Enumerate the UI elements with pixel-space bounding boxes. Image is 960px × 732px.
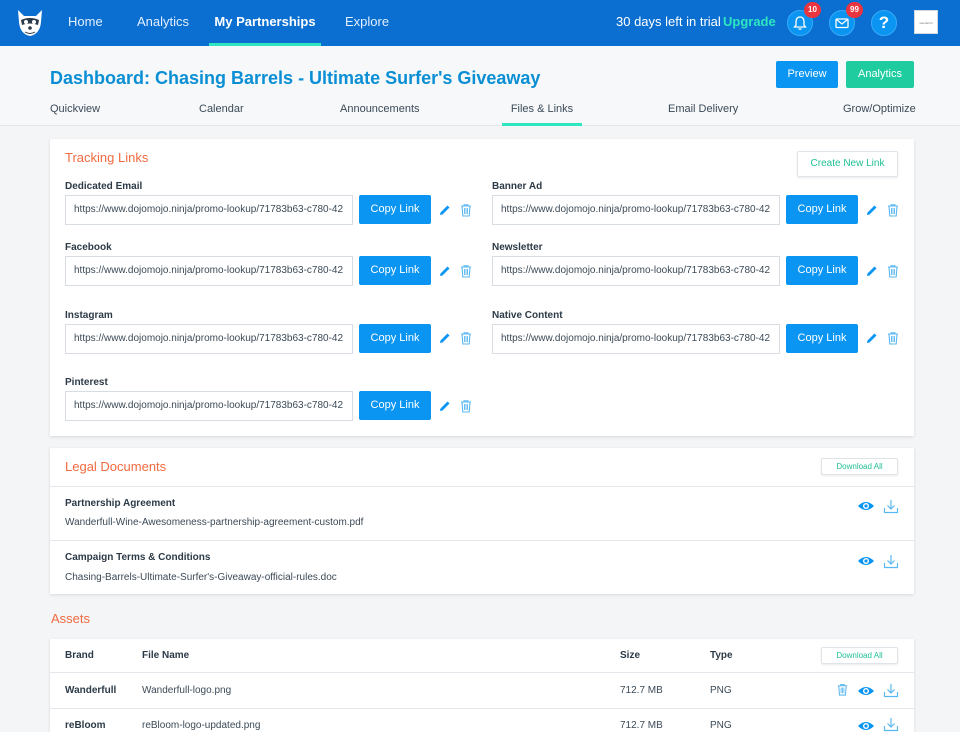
top-nav: Home Analytics My Partnerships Explore 3… <box>0 0 960 46</box>
tab-quickview[interactable]: Quickview <box>50 103 100 126</box>
column-header-file-name: File Name <box>142 650 190 661</box>
asset-type: PNG <box>710 720 732 731</box>
link-label-instagram: Instagram <box>65 310 113 321</box>
trash-icon[interactable] <box>836 683 849 696</box>
create-new-link-button[interactable]: Create New Link <box>797 151 898 177</box>
pencil-icon[interactable] <box>865 264 879 278</box>
asset-size: 712.7 MB <box>620 720 663 731</box>
preview-button[interactable]: Preview <box>776 61 838 88</box>
doc-file-partnership-agreement[interactable]: Wanderfull-Wine-Awesomeness-partnership-… <box>65 517 363 528</box>
divider <box>50 708 914 709</box>
trash-icon[interactable] <box>459 331 473 345</box>
copy-link-button[interactable]: Copy Link <box>359 324 431 353</box>
bell-icon <box>793 16 807 30</box>
legal-documents-title: Legal Documents <box>65 459 167 474</box>
copy-link-button[interactable]: Copy Link <box>359 256 431 285</box>
account-logo[interactable]: wanderful <box>914 10 938 34</box>
download-all-button[interactable]: Download All <box>821 458 898 475</box>
eye-icon[interactable] <box>857 555 875 567</box>
link-url-instagram[interactable]: https://www.dojomojo.ninja/promo-lookup/… <box>65 324 353 354</box>
pencil-icon[interactable] <box>865 203 879 217</box>
messages-badge: 99 <box>846 2 863 18</box>
nav-my-partnerships[interactable]: My Partnerships <box>209 0 321 46</box>
pencil-icon[interactable] <box>438 264 452 278</box>
trial-status-text: 30 days left in trial <box>616 14 721 29</box>
notifications-badge: 10 <box>804 2 821 18</box>
eye-icon[interactable] <box>857 500 875 512</box>
trash-icon[interactable] <box>886 264 900 278</box>
pencil-icon[interactable] <box>438 203 452 217</box>
tab-announcements[interactable]: Announcements <box>340 103 420 126</box>
assets-title: Assets <box>51 611 91 626</box>
link-label-facebook: Facebook <box>65 242 112 253</box>
tab-calendar[interactable]: Calendar <box>199 103 244 126</box>
link-url-facebook[interactable]: https://www.dojomojo.ninja/promo-lookup/… <box>65 256 353 286</box>
link-url-native-content[interactable]: https://www.dojomojo.ninja/promo-lookup/… <box>492 324 780 354</box>
eye-icon[interactable] <box>857 685 875 697</box>
raccoon-logo-icon[interactable] <box>14 6 46 40</box>
divider <box>50 486 914 487</box>
copy-link-button[interactable]: Copy Link <box>786 195 858 224</box>
trash-icon[interactable] <box>459 264 473 278</box>
divider <box>50 540 914 541</box>
doc-title-partnership-agreement: Partnership Agreement <box>65 498 176 509</box>
tab-files-links[interactable]: Files & Links <box>502 103 582 126</box>
nav-analytics[interactable]: Analytics <box>137 0 189 46</box>
link-url-dedicated-email[interactable]: https://www.dojomojo.ninja/promo-lookup/… <box>65 195 353 225</box>
trash-icon[interactable] <box>459 399 473 413</box>
download-icon[interactable] <box>883 553 899 569</box>
trash-icon[interactable] <box>886 203 900 217</box>
link-label-native-content: Native Content <box>492 310 563 321</box>
column-header-brand: Brand <box>65 650 94 661</box>
link-url-newsletter[interactable]: https://www.dojomojo.ninja/promo-lookup/… <box>492 256 780 286</box>
tab-grow-optimize[interactable]: Grow/Optimize <box>843 103 916 126</box>
download-icon[interactable] <box>883 716 899 732</box>
tracking-links-title: Tracking Links <box>65 150 149 165</box>
asset-size: 712.7 MB <box>620 685 663 696</box>
download-all-button[interactable]: Download All <box>821 647 898 664</box>
copy-link-button[interactable]: Copy Link <box>786 324 858 353</box>
link-url-banner-ad[interactable]: https://www.dojomojo.ninja/promo-lookup/… <box>492 195 780 225</box>
help-button[interactable]: ? <box>871 10 897 36</box>
asset-file-name[interactable]: Wanderfull-logo.png <box>142 685 231 696</box>
analytics-button[interactable]: Analytics <box>846 61 914 88</box>
mail-icon <box>835 18 849 29</box>
trash-icon[interactable] <box>459 203 473 217</box>
asset-brand: reBloom <box>65 720 106 731</box>
doc-title-campaign-terms: Campaign Terms & Conditions <box>65 552 211 563</box>
column-header-size: Size <box>620 650 641 661</box>
tab-email-delivery[interactable]: Email Delivery <box>668 103 738 126</box>
download-icon[interactable] <box>883 498 899 514</box>
asset-brand: Wanderfull <box>65 685 117 696</box>
column-header-type: Type <box>710 650 733 661</box>
nav-home[interactable]: Home <box>68 0 103 46</box>
link-label-dedicated-email: Dedicated Email <box>65 181 143 192</box>
download-icon[interactable] <box>883 682 899 698</box>
page-title: Dashboard: Chasing Barrels - Ultimate Su… <box>50 68 541 88</box>
copy-link-button[interactable]: Copy Link <box>359 391 431 420</box>
pencil-icon[interactable] <box>438 331 452 345</box>
eye-icon[interactable] <box>857 720 875 732</box>
asset-type: PNG <box>710 685 732 696</box>
copy-link-button[interactable]: Copy Link <box>786 256 858 285</box>
divider <box>50 672 914 673</box>
doc-file-campaign-terms[interactable]: Chasing-Barrels-Ultimate-Surfer's-Giveaw… <box>65 572 337 583</box>
nav-explore[interactable]: Explore <box>345 0 389 46</box>
link-label-pinterest: Pinterest <box>65 377 108 388</box>
page-header: Dashboard: Chasing Barrels - Ultimate Su… <box>0 46 960 126</box>
pencil-icon[interactable] <box>438 399 452 413</box>
upgrade-link[interactable]: Upgrade <box>723 0 776 46</box>
link-url-pinterest[interactable]: https://www.dojomojo.ninja/promo-lookup/… <box>65 391 353 421</box>
copy-link-button[interactable]: Copy Link <box>359 195 431 224</box>
pencil-icon[interactable] <box>865 331 879 345</box>
link-label-banner-ad: Banner Ad <box>492 181 543 192</box>
link-label-newsletter: Newsletter <box>492 242 543 253</box>
asset-file-name[interactable]: reBloom-logo-updated.png <box>142 720 260 731</box>
trash-icon[interactable] <box>886 331 900 345</box>
